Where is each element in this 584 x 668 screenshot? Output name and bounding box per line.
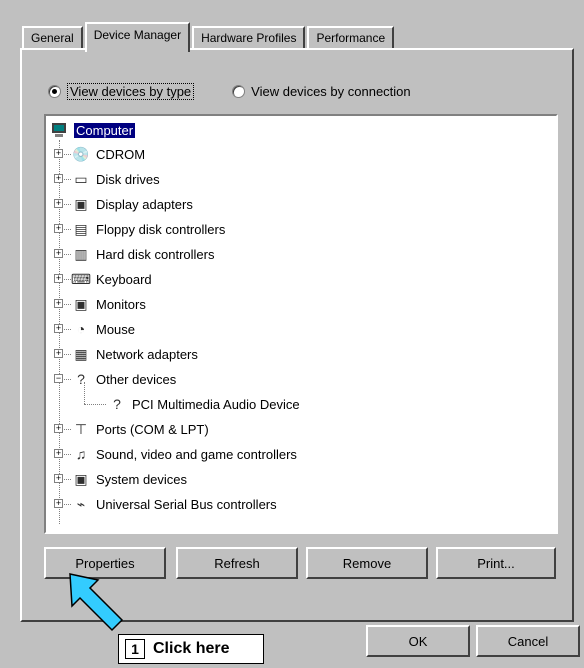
ok-button[interactable]: OK: [366, 625, 470, 657]
mouse-icon: ◔: [76, 321, 86, 337]
expand-icon[interactable]: +: [54, 424, 63, 433]
click-here-callout: 1 Click here: [118, 634, 264, 664]
annotation-arrow-icon: [69, 573, 124, 632]
refresh-button[interactable]: Refresh: [176, 547, 298, 579]
tree-item[interactable]: ⌨ Keyboard: [70, 267, 152, 291]
tab-hardware-profiles[interactable]: Hardware Profiles: [192, 26, 306, 50]
callout-text: Click here: [153, 640, 230, 657]
tree-item-label: Floppy disk controllers: [96, 221, 226, 237]
tree-item-label: Display adapters: [96, 196, 193, 212]
expand-icon[interactable]: +: [54, 224, 63, 233]
tab-general[interactable]: General: [22, 26, 83, 50]
tree-item-label: Disk drives: [96, 171, 160, 187]
tree-item-label: Monitors: [96, 296, 146, 312]
expand-icon[interactable]: +: [54, 499, 63, 508]
port-icon: ⊤: [74, 420, 88, 437]
tree-item-label: Sound, video and game controllers: [96, 446, 297, 462]
expand-icon[interactable]: +: [54, 274, 63, 283]
tab-device-manager[interactable]: Device Manager: [84, 22, 191, 52]
radio-label-by-type: View devices by type: [67, 82, 195, 100]
tree-root[interactable]: Computer: [50, 118, 136, 142]
tree-item[interactable]: 💿 CDROM: [72, 142, 145, 166]
tree-item[interactable]: ? Other devices: [72, 367, 176, 391]
radio-label-by-connection: View devices by connection: [251, 83, 411, 99]
device-tree[interactable]: Computer 💿 CDROM + ▭ Disk drives + ▣ Display ad…: [44, 114, 558, 534]
tree-item[interactable]: ♫ Sound, video and game controllers: [72, 442, 297, 466]
expand-icon[interactable]: +: [54, 199, 63, 208]
tree-item[interactable]: ▦ Network adapters: [72, 342, 198, 366]
tree-item[interactable]: ◔ Mouse: [72, 317, 135, 341]
hard-disk-controller-icon: ▥: [74, 245, 88, 262]
tree-item-label: Universal Serial Bus controllers: [96, 496, 277, 512]
tree-item-label: Other devices: [96, 371, 177, 387]
callout-number: 1: [125, 639, 145, 659]
tree-item-label: PCI Multimedia Audio Device: [132, 396, 300, 412]
sound-icon: ♫: [75, 446, 87, 462]
tree-item[interactable]: ▣ Monitors: [72, 292, 146, 316]
expand-icon[interactable]: +: [54, 249, 63, 258]
tree-guide-line: [84, 382, 85, 404]
remove-button[interactable]: Remove: [306, 547, 428, 579]
system-device-icon: ▣: [74, 470, 88, 487]
tree-item-label: Network adapters: [96, 346, 198, 362]
question-icon: ?: [77, 371, 85, 387]
tree-item-label: System devices: [96, 471, 188, 487]
tree-item[interactable]: ▣ Display adapters: [72, 192, 193, 216]
radio-view-by-type[interactable]: View devices by type: [48, 82, 195, 100]
cdrom-icon: 💿: [72, 145, 90, 162]
tree-item[interactable]: ▭ Disk drives: [72, 167, 160, 191]
keyboard-icon: ⌨: [70, 270, 92, 287]
disk-drive-icon: ▭: [74, 170, 88, 187]
tree-item[interactable]: ⌁ Universal Serial Bus controllers: [72, 492, 277, 516]
expand-icon[interactable]: +: [54, 324, 63, 333]
computer-icon: [50, 121, 68, 139]
expand-icon[interactable]: +: [54, 349, 63, 358]
cancel-button[interactable]: Cancel: [476, 625, 580, 657]
tree-item-label: Keyboard: [96, 271, 152, 287]
expand-icon[interactable]: +: [54, 149, 63, 158]
display-adapter-icon: ▣: [74, 195, 88, 212]
radio-indicator[interactable]: [232, 84, 246, 98]
tree-root-label: Computer: [74, 122, 136, 138]
tree-item[interactable]: ▥ Hard disk controllers: [72, 242, 215, 266]
view-options: View devices by type View devices by con…: [48, 80, 548, 102]
radio-indicator-selected[interactable]: [48, 84, 61, 98]
tree-item[interactable]: ▤ Floppy disk controllers: [72, 217, 225, 241]
tab-strip: General Device Manager Hardware Profiles…: [22, 20, 396, 52]
expand-icon[interactable]: +: [54, 174, 63, 183]
expand-icon[interactable]: +: [54, 449, 63, 458]
tree-item[interactable]: ? PCI Multimedia Audio Device: [108, 392, 300, 416]
radio-view-by-connection[interactable]: View devices by connection: [232, 83, 411, 99]
tree-item[interactable]: ▣ System devices: [72, 467, 187, 491]
tab-performance[interactable]: Performance: [307, 26, 395, 50]
tree-item-label: Mouse: [96, 321, 136, 337]
expand-icon[interactable]: +: [54, 299, 63, 308]
print-button[interactable]: Print...: [436, 547, 556, 579]
tree-item-label: Ports (COM & LPT): [96, 421, 209, 437]
tree-connector: [84, 404, 106, 405]
tree-item-label: Hard disk controllers: [96, 246, 215, 262]
question-icon: ?: [113, 396, 121, 412]
usb-icon: ⌁: [76, 495, 86, 512]
tree-item[interactable]: ⊤ Ports (COM & LPT): [72, 417, 209, 441]
monitor-icon: ▣: [74, 295, 88, 312]
floppy-controller-icon: ▤: [74, 220, 88, 237]
network-adapter-icon: ▦: [74, 345, 88, 362]
expand-icon[interactable]: +: [54, 474, 63, 483]
collapse-icon[interactable]: −: [54, 374, 63, 383]
tree-item-label: CDROM: [96, 146, 146, 162]
